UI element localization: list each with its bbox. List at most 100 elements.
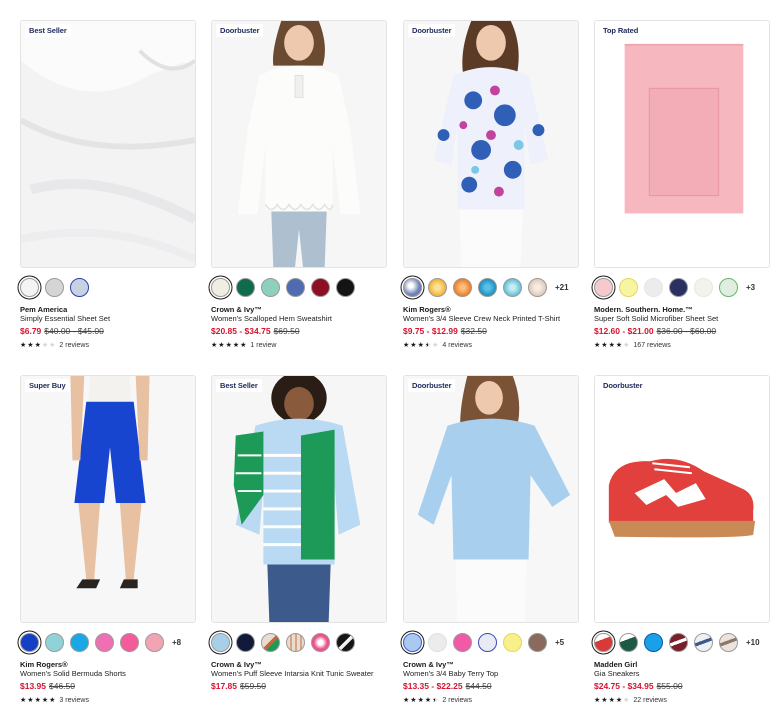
color-swatch[interactable]	[20, 632, 39, 652]
color-swatch[interactable]	[694, 632, 713, 652]
color-swatch[interactable]	[70, 632, 89, 652]
product-name[interactable]: Women's Scalloped Hem Sweatshirt	[211, 314, 387, 324]
product-name[interactable]: Women's 3/4 Sleeve Crew Neck Printed T-S…	[403, 314, 579, 324]
color-swatch[interactable]	[120, 632, 139, 652]
color-swatch[interactable]	[594, 277, 613, 297]
review-count[interactable]: 22 reviews	[633, 697, 666, 704]
product-name[interactable]: Simply Essential Sheet Set	[20, 314, 196, 324]
color-swatch[interactable]	[261, 277, 280, 297]
color-swatch[interactable]	[311, 632, 330, 652]
color-swatch[interactable]	[403, 632, 422, 652]
sale-price: $12.60 - $21.00	[594, 326, 654, 336]
color-swatch[interactable]	[528, 632, 547, 652]
product-name[interactable]: Gia Sneakers	[594, 669, 770, 679]
product-card[interactable]: Top Rated +3 Modern. Southern. Home.™ Su…	[594, 20, 770, 350]
color-swatch[interactable]	[211, 632, 230, 652]
sale-price: $13.95	[20, 681, 46, 691]
product-rating[interactable]: ★ ★ ★ ★ ★ 2 reviews	[20, 340, 196, 350]
product-name[interactable]: Women's Solid Bermuda Shorts	[20, 669, 196, 679]
review-count[interactable]: 2 reviews	[59, 342, 89, 349]
product-card[interactable]: Doorbuster Crown & Ivy™ Women's Scallope…	[211, 20, 387, 350]
color-swatch[interactable]	[644, 632, 663, 652]
star-icon: ★	[41, 696, 49, 704]
product-rating[interactable]: ★ ★ ★ ★ ★ 167 reviews	[594, 340, 770, 350]
product-image[interactable]: Doorbuster	[403, 375, 579, 623]
product-card[interactable]: Best Seller Crown & Ivy™ Women's Puff Sl…	[211, 375, 387, 692]
color-swatch[interactable]	[403, 277, 422, 297]
color-swatch[interactable]	[719, 277, 738, 297]
color-swatch[interactable]	[261, 632, 280, 652]
product-badge: Doorbuster	[408, 379, 456, 392]
more-colors-link[interactable]: +5	[555, 638, 564, 647]
product-brand[interactable]: Pem America	[20, 305, 196, 314]
color-swatch[interactable]	[503, 632, 522, 652]
product-rating[interactable]: ★ ★ ★ ★ ★ 3 reviews	[20, 695, 196, 705]
color-swatch[interactable]	[70, 277, 89, 297]
product-name[interactable]: Women's Puff Sleeve Intarsia Knit Tunic …	[211, 669, 387, 679]
product-rating[interactable]: ★ ★ ★ ★ ★ 1 review	[211, 340, 387, 350]
color-swatch[interactable]	[236, 277, 255, 297]
color-swatch[interactable]	[336, 277, 355, 297]
color-swatch[interactable]	[286, 632, 305, 652]
color-swatch[interactable]	[644, 277, 663, 297]
color-swatch[interactable]	[20, 277, 39, 297]
product-image[interactable]: Best Seller	[20, 20, 196, 268]
product-image[interactable]: Doorbuster	[403, 20, 579, 268]
color-swatch[interactable]	[619, 632, 638, 652]
color-swatch[interactable]	[478, 277, 497, 297]
product-image[interactable]: Super Buy	[20, 375, 196, 623]
color-swatch[interactable]	[45, 632, 64, 652]
color-swatch[interactable]	[528, 277, 547, 297]
color-swatch[interactable]	[428, 632, 447, 652]
product-rating[interactable]: ★ ★ ★ ★ ★ 4 reviews	[403, 340, 579, 350]
more-colors-link[interactable]: +21	[555, 283, 569, 292]
product-card[interactable]: Doorbuster +10 Madden Girl Gia Sneakers …	[594, 375, 770, 705]
color-swatch[interactable]	[478, 632, 497, 652]
color-swatch[interactable]	[669, 277, 688, 297]
color-swatch[interactable]	[619, 277, 638, 297]
product-brand[interactable]: Modern. Southern. Home.™	[594, 305, 770, 314]
product-name[interactable]: Super Soft Solid Microfiber Sheet Set	[594, 314, 770, 324]
product-rating[interactable]: ★ ★ ★ ★ ★ 22 reviews	[594, 695, 770, 705]
review-count[interactable]: 167 reviews	[633, 342, 670, 349]
more-colors-link[interactable]: +8	[172, 638, 181, 647]
product-name[interactable]: Women's 3/4 Baby Terry Top	[403, 669, 579, 679]
color-swatch[interactable]	[428, 277, 447, 297]
color-swatch[interactable]	[95, 632, 114, 652]
color-swatch[interactable]	[453, 632, 472, 652]
more-colors-link[interactable]: +3	[746, 283, 755, 292]
color-swatch[interactable]	[145, 632, 164, 652]
color-swatch[interactable]	[453, 277, 472, 297]
product-image[interactable]: Best Seller	[211, 375, 387, 623]
color-swatch[interactable]	[311, 277, 330, 297]
color-swatch[interactable]	[719, 632, 738, 652]
review-count[interactable]: 1 review	[250, 342, 276, 349]
product-brand[interactable]: Kim Rogers®	[403, 305, 579, 314]
color-swatch[interactable]	[236, 632, 255, 652]
more-colors-link[interactable]: +10	[746, 638, 760, 647]
product-brand[interactable]: Crown & Ivy™	[211, 305, 387, 314]
color-swatch[interactable]	[503, 277, 522, 297]
product-brand[interactable]: Crown & Ivy™	[211, 660, 387, 669]
product-image[interactable]: Doorbuster	[594, 375, 770, 623]
product-card[interactable]: Super Buy +8 Kim Rogers® Women's Solid B…	[20, 375, 196, 705]
review-count[interactable]: 4 reviews	[442, 342, 472, 349]
product-card[interactable]: Best Seller Pem America Simply Essential…	[20, 20, 196, 350]
product-image[interactable]: Top Rated	[594, 20, 770, 268]
color-swatch[interactable]	[45, 277, 64, 297]
color-swatch[interactable]	[669, 632, 688, 652]
product-image[interactable]: Doorbuster	[211, 20, 387, 268]
color-swatch[interactable]	[594, 632, 613, 652]
product-brand[interactable]: Kim Rogers®	[20, 660, 196, 669]
color-swatch[interactable]	[211, 277, 230, 297]
product-brand[interactable]: Crown & Ivy™	[403, 660, 579, 669]
product-brand[interactable]: Madden Girl	[594, 660, 770, 669]
color-swatch[interactable]	[336, 632, 355, 652]
review-count[interactable]: 2 reviews	[442, 697, 472, 704]
product-card[interactable]: Doorbuster +21 Kim Rogers® Women's 3/4 S…	[403, 20, 579, 350]
review-count[interactable]: 3 reviews	[59, 697, 89, 704]
product-card[interactable]: Doorbuster +5 Crown & Ivy™ Women's 3/4 B…	[403, 375, 579, 705]
color-swatch[interactable]	[286, 277, 305, 297]
color-swatch[interactable]	[694, 277, 713, 297]
product-rating[interactable]: ★ ★ ★ ★ ★ 2 reviews	[403, 695, 579, 705]
